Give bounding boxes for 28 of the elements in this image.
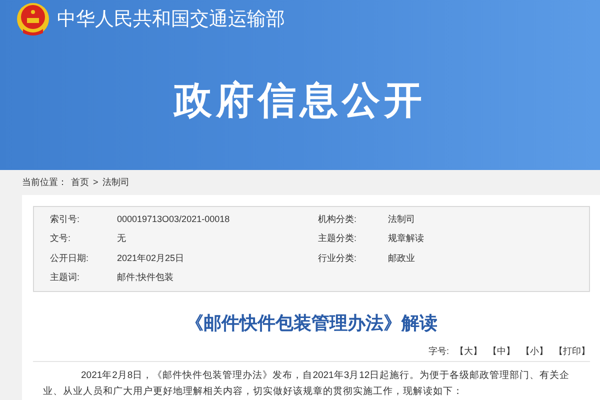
meta-label: 文号:	[50, 232, 72, 245]
meta-label: 公开日期:	[50, 252, 90, 264]
meta-value: 000019713O03/2021-00018	[117, 212, 231, 226]
article-title: 《邮件快件包装管理办法》解读	[186, 312, 438, 334]
meta-value: 2021年02月25日	[117, 252, 186, 264]
banner-title: 政府信息公开	[174, 79, 426, 124]
meta-value: 规章解读	[388, 232, 425, 245]
breadcrumb-link[interactable]: 法制司	[102, 176, 130, 189]
meta-value: 无	[117, 232, 127, 245]
meta-value: 邮件;快件包装	[117, 271, 175, 284]
font-size-link[interactable]: 【中】	[488, 344, 515, 358]
article-paragraph: 2021年2月8日，《邮件快件包装管理办法》发布，自2021年3月12日起施行。为便于各级邮政管理部门、有关企业、从业人员和广大用户更好地理解相关内容，切实做好该规章的贯彻实施工作，现解读如下：	[42, 369, 571, 399]
meta-value: 邮政业	[388, 252, 416, 264]
meta-value: 法制司	[388, 212, 416, 226]
meta-label: 索引号:	[50, 212, 81, 226]
meta-label: 主题分类:	[318, 232, 358, 245]
ministry-name: 中华人民共和国交通运输部	[57, 8, 285, 32]
meta-label: 机构分类:	[318, 212, 358, 226]
breadcrumb-label: 当前位置：	[22, 176, 67, 188]
font-size-link[interactable]: 【大】	[455, 344, 482, 358]
breadcrumb-link[interactable]: 首页	[71, 176, 89, 189]
font-size-label: 字号:	[428, 344, 449, 358]
font-size-link[interactable]: 【小】	[521, 344, 548, 358]
meta-label: 主题词:	[50, 271, 81, 284]
meta-label: 行业分类:	[318, 252, 358, 264]
emblem-icon	[15, 2, 51, 38]
breadcrumb-separator: >	[93, 176, 98, 188]
font-size-link[interactable]: 【打印】	[554, 344, 590, 358]
